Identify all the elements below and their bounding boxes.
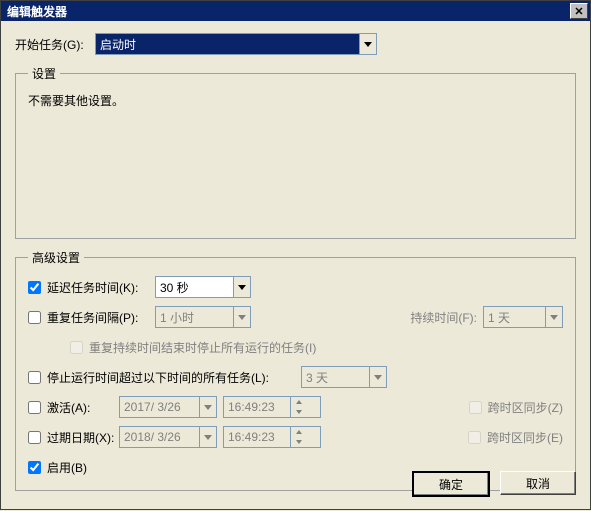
enabled-checkbox[interactable] <box>28 461 41 474</box>
stop-after-label: 停止运行时间超过以下时间的所有任务(L): <box>47 369 301 386</box>
dialog-buttons: 确定 取消 <box>412 471 576 497</box>
chevron-down-icon <box>359 34 376 54</box>
repeat-task-checkbox[interactable] <box>28 311 41 324</box>
expire-label: 过期日期(X): <box>47 429 119 446</box>
begin-task-value: 启动时 <box>96 36 359 53</box>
repeat-duration-value: 1 天 <box>484 309 545 326</box>
chevron-down-icon <box>545 307 562 327</box>
advanced-settings-group: 高级设置 延迟任务时间(K): 30 秒 重复任务间隔(P): 1 小时 <box>15 249 576 491</box>
settings-legend: 设置 <box>28 65 60 82</box>
stop-after-combo: 3 天 <box>301 366 387 388</box>
chevron-down-icon <box>291 407 307 417</box>
stop-after-checkbox[interactable] <box>28 371 41 384</box>
spinner-buttons <box>290 397 307 417</box>
delay-task-checkbox[interactable] <box>28 281 41 294</box>
spinner-buttons <box>290 427 307 447</box>
title-bar: 编辑触发器 ✕ <box>1 1 590 21</box>
chevron-down-icon <box>369 367 386 387</box>
dialog-window: 编辑触发器 ✕ 开始任务(G): 启动时 设置 不需要其他设置。 高级设置 延迟… <box>0 0 591 510</box>
begin-task-label: 开始任务(G): <box>15 36 95 53</box>
repeat-stop-checkbox <box>70 341 83 354</box>
settings-text: 不需要其他设置。 <box>28 92 563 109</box>
advanced-legend: 高级设置 <box>28 249 84 266</box>
activate-tz-checkbox <box>469 401 482 414</box>
repeat-duration-combo: 1 天 <box>483 306 563 328</box>
chevron-down-icon <box>199 397 216 417</box>
repeat-task-label: 重复任务间隔(P): <box>47 309 155 326</box>
ok-button[interactable]: 确定 <box>412 471 490 497</box>
repeat-interval-value: 1 小时 <box>156 309 233 326</box>
expire-date-value: 2018/ 3/26 <box>120 430 199 444</box>
expire-checkbox[interactable] <box>28 431 41 444</box>
expire-tz-label: 跨时区同步(E) <box>487 429 563 446</box>
activate-date-picker: 2017/ 3/26 <box>119 396 217 418</box>
begin-task-combo[interactable]: 启动时 <box>95 33 377 55</box>
repeat-duration-label: 持续时间(F): <box>410 309 477 326</box>
begin-task-row: 开始任务(G): 启动时 <box>15 33 576 55</box>
expire-date-picker: 2018/ 3/26 <box>119 426 217 448</box>
delay-task-row: 延迟任务时间(K): 30 秒 <box>28 276 563 298</box>
close-button[interactable]: ✕ <box>570 3 588 19</box>
delay-task-combo[interactable]: 30 秒 <box>155 276 251 298</box>
repeat-task-row: 重复任务间隔(P): 1 小时 持续时间(F): 1 天 <box>28 306 563 328</box>
chevron-down-icon <box>291 437 307 447</box>
chevron-up-icon <box>291 427 307 437</box>
activate-row: 激活(A): 2017/ 3/26 16:49:23 跨时区同步(Z) <box>28 396 563 418</box>
dialog-body: 开始任务(G): 启动时 设置 不需要其他设置。 高级设置 延迟任务时间(K):… <box>1 21 590 511</box>
expire-time-spinner: 16:49:23 <box>223 426 321 448</box>
expire-row: 过期日期(X): 2018/ 3/26 16:49:23 跨时区同步(E) <box>28 426 563 448</box>
stop-after-value: 3 天 <box>302 369 369 386</box>
enabled-label: 启用(B) <box>47 459 87 476</box>
expire-time-value: 16:49:23 <box>224 430 290 444</box>
settings-group: 设置 不需要其他设置。 <box>15 65 576 239</box>
ok-button-label: 确定 <box>439 476 463 493</box>
activate-label: 激活(A): <box>47 399 119 416</box>
activate-date-value: 2017/ 3/26 <box>120 400 199 414</box>
chevron-up-icon <box>291 397 307 407</box>
chevron-down-icon <box>233 307 250 327</box>
activate-time-value: 16:49:23 <box>224 400 290 414</box>
delay-task-value: 30 秒 <box>156 279 233 296</box>
repeat-stop-label: 重复持续时间结束时停止所有运行的任务(I) <box>89 339 316 356</box>
window-title: 编辑触发器 <box>7 3 67 20</box>
cancel-button[interactable]: 取消 <box>500 471 576 495</box>
activate-checkbox[interactable] <box>28 401 41 414</box>
activate-time-spinner: 16:49:23 <box>223 396 321 418</box>
activate-tz-label: 跨时区同步(Z) <box>488 399 563 416</box>
close-icon: ✕ <box>574 5 583 18</box>
cancel-button-label: 取消 <box>526 475 550 492</box>
chevron-down-icon <box>233 277 250 297</box>
repeat-stop-row: 重复持续时间结束时停止所有运行的任务(I) <box>70 336 563 358</box>
expire-tz-checkbox <box>468 431 481 444</box>
delay-task-label: 延迟任务时间(K): <box>47 279 155 296</box>
repeat-interval-combo: 1 小时 <box>155 306 251 328</box>
chevron-down-icon <box>199 427 216 447</box>
stop-after-row: 停止运行时间超过以下时间的所有任务(L): 3 天 <box>28 366 563 388</box>
